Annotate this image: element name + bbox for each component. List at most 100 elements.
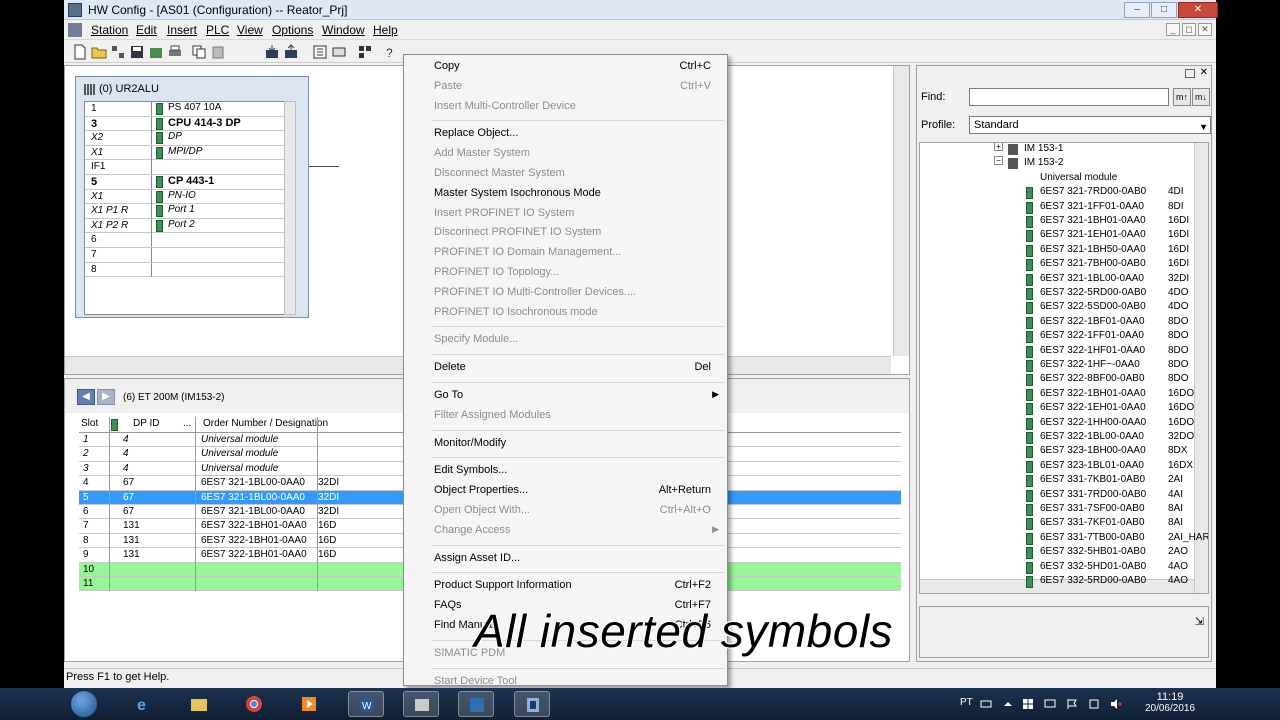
simatic-taskbar-button[interactable]: [403, 691, 439, 717]
network-view-icon[interactable]: [331, 44, 347, 60]
accessible-nodes-icon[interactable]: [110, 44, 126, 60]
new-icon[interactable]: [72, 44, 88, 60]
ie-taskbar-button[interactable]: e: [126, 691, 162, 717]
close-button[interactable]: ✕: [1178, 2, 1218, 18]
rack-slot-row[interactable]: IF1: [85, 160, 289, 175]
chrome-taskbar-button[interactable]: [236, 691, 272, 717]
find-up-icon[interactable]: m↓: [1192, 88, 1210, 106]
menu-window[interactable]: Window: [322, 23, 365, 37]
menu-plc[interactable]: PLC: [206, 23, 229, 37]
explorer-taskbar-button[interactable]: [181, 691, 217, 717]
rack-ur2alu[interactable]: (0) UR2ALU 1 PS 407 10A 3 CPU 414-3 DP X2 DP X…: [75, 76, 309, 318]
rack-slot-row[interactable]: 7: [85, 248, 289, 263]
paste-icon[interactable]: [210, 44, 226, 60]
menu-separator: [432, 544, 724, 546]
tree-vertical-scrollbar[interactable]: [1194, 143, 1208, 593]
rack-vertical-scrollbar[interactable]: [284, 101, 296, 315]
windows-flag-icon[interactable]: [1022, 698, 1034, 710]
catalog-restore-icon[interactable]: [1185, 69, 1195, 78]
rack-slot-row[interactable]: 3 CPU 414-3 DP: [85, 116, 289, 132]
header-dp-id[interactable]: DP ID: [133, 418, 160, 429]
menu-insert[interactable]: Insert: [167, 23, 197, 37]
tree-expander-icon[interactable]: −: [994, 156, 1003, 166]
clock[interactable]: 11:19 20/06/2016: [1140, 690, 1200, 720]
dp-master-line: [309, 166, 339, 167]
catalog-icon[interactable]: [312, 44, 328, 60]
context-menu-item[interactable]: Product Support Information Ctrl+F2: [404, 576, 727, 594]
rack-slot-row[interactable]: 8: [85, 262, 289, 278]
cell-slot: 4: [83, 477, 89, 489]
header-more[interactable]: ...: [183, 418, 191, 429]
help-icon[interactable]: ?: [382, 44, 398, 60]
context-menu-item[interactable]: Assign Asset ID...: [404, 549, 727, 567]
mdi-close-button[interactable]: ✕: [1198, 23, 1212, 36]
menu-options[interactable]: Options: [272, 23, 313, 37]
mdi-minimize-button[interactable]: _: [1166, 23, 1180, 36]
flag-icon[interactable]: [1066, 698, 1078, 710]
station-vertical-scrollbar[interactable]: [893, 66, 909, 356]
context-menu-item[interactable]: Go To ▶: [404, 386, 727, 404]
download-icon[interactable]: [264, 44, 280, 60]
header-order-number[interactable]: Order Number / Designation: [203, 418, 328, 429]
module-order-number: 6ES7 332-5HD01-0AB0: [1040, 560, 1147, 572]
rack-slot-row[interactable]: X1 PN-IO: [85, 189, 289, 205]
cell-type: 16D: [318, 534, 337, 546]
keyboard-icon[interactable]: [980, 698, 992, 710]
header-slot[interactable]: Slot: [81, 418, 98, 429]
tools-icon[interactable]: [1088, 698, 1100, 710]
rack-slot-row[interactable]: X1 P1 R Port 1: [85, 204, 289, 219]
minimize-button[interactable]: –: [1124, 2, 1150, 18]
menu-view[interactable]: View: [237, 23, 263, 37]
context-menu-item[interactable]: Object Properties... Alt+Return: [404, 481, 727, 499]
word-taskbar-button[interactable]: W: [348, 691, 384, 717]
module-order-number: 6ES7 322-1FF01-0AA0: [1040, 330, 1144, 342]
context-menu-item[interactable]: Monitor/Modify: [404, 434, 727, 452]
context-menu-item[interactable]: Replace Object...: [404, 124, 727, 142]
context-menu-item: Insert Multi-Controller Device: [404, 97, 727, 115]
config-view-icon[interactable]: [357, 44, 373, 60]
station-menu-icon[interactable]: [68, 23, 82, 37]
rack-slot-row[interactable]: X1 MPI/DP: [85, 145, 289, 161]
start-button[interactable]: [70, 690, 98, 718]
rack-slot-row[interactable]: 1 PS 407 10A: [85, 102, 289, 117]
mdi-restore-button[interactable]: ◻: [1182, 23, 1196, 36]
context-menu-item[interactable]: Delete Del: [404, 358, 727, 376]
volume-icon[interactable]: [1110, 698, 1122, 710]
save-icon[interactable]: [129, 44, 145, 60]
rack-slot-row[interactable]: 5 CP 443-1: [85, 175, 289, 190]
menu-station[interactable]: Station: [91, 23, 128, 37]
network-icon[interactable]: [1044, 698, 1056, 710]
media-taskbar-button[interactable]: [291, 691, 327, 717]
maximize-button[interactable]: □: [1151, 2, 1177, 18]
context-menu-item[interactable]: Edit Symbols...: [404, 461, 727, 479]
context-menu-item[interactable]: Master System Isochronous Mode: [404, 184, 727, 202]
print-icon[interactable]: [167, 44, 183, 60]
profile-select[interactable]: Standard ▼: [969, 116, 1211, 134]
hw-config-taskbar-button[interactable]: [514, 691, 550, 717]
rack-slot-row[interactable]: X2 DP: [85, 131, 289, 146]
module-type: 8DO: [1168, 359, 1189, 370]
cell-slot: 10: [83, 563, 95, 575]
copy-icon[interactable]: [191, 44, 207, 60]
context-menu-item[interactable]: Copy Ctrl+C: [404, 57, 727, 75]
show-hidden-icons-icon[interactable]: [1002, 698, 1014, 710]
module-type: 32DO: [1168, 431, 1195, 442]
upload-icon[interactable]: [283, 44, 299, 60]
open-icon[interactable]: [91, 44, 107, 60]
rack-slot-row[interactable]: 6: [85, 233, 289, 248]
catalog-close-icon[interactable]: ✕: [1200, 67, 1208, 78]
menu-edit[interactable]: Edit: [136, 23, 157, 37]
find-down-icon[interactable]: m↑: [1173, 88, 1191, 106]
save-compile-icon[interactable]: [148, 44, 164, 60]
back-arrow-icon[interactable]: ◀: [77, 389, 95, 405]
info-pin-icon[interactable]: ⇲: [1195, 615, 1204, 628]
rack-slot-row[interactable]: X1 P2 R Port 2: [85, 218, 289, 234]
cell-dpid: 131: [123, 534, 140, 546]
tree-expander-icon[interactable]: +: [994, 143, 1003, 151]
find-input[interactable]: [969, 88, 1169, 106]
language-indicator[interactable]: PT: [960, 697, 973, 720]
wincc-taskbar-button[interactable]: [458, 691, 494, 717]
context-menu-item: Open Object With... Ctrl+Alt+O: [404, 501, 727, 519]
forward-arrow-icon[interactable]: ▶: [97, 389, 115, 405]
menu-help[interactable]: Help: [373, 23, 398, 37]
